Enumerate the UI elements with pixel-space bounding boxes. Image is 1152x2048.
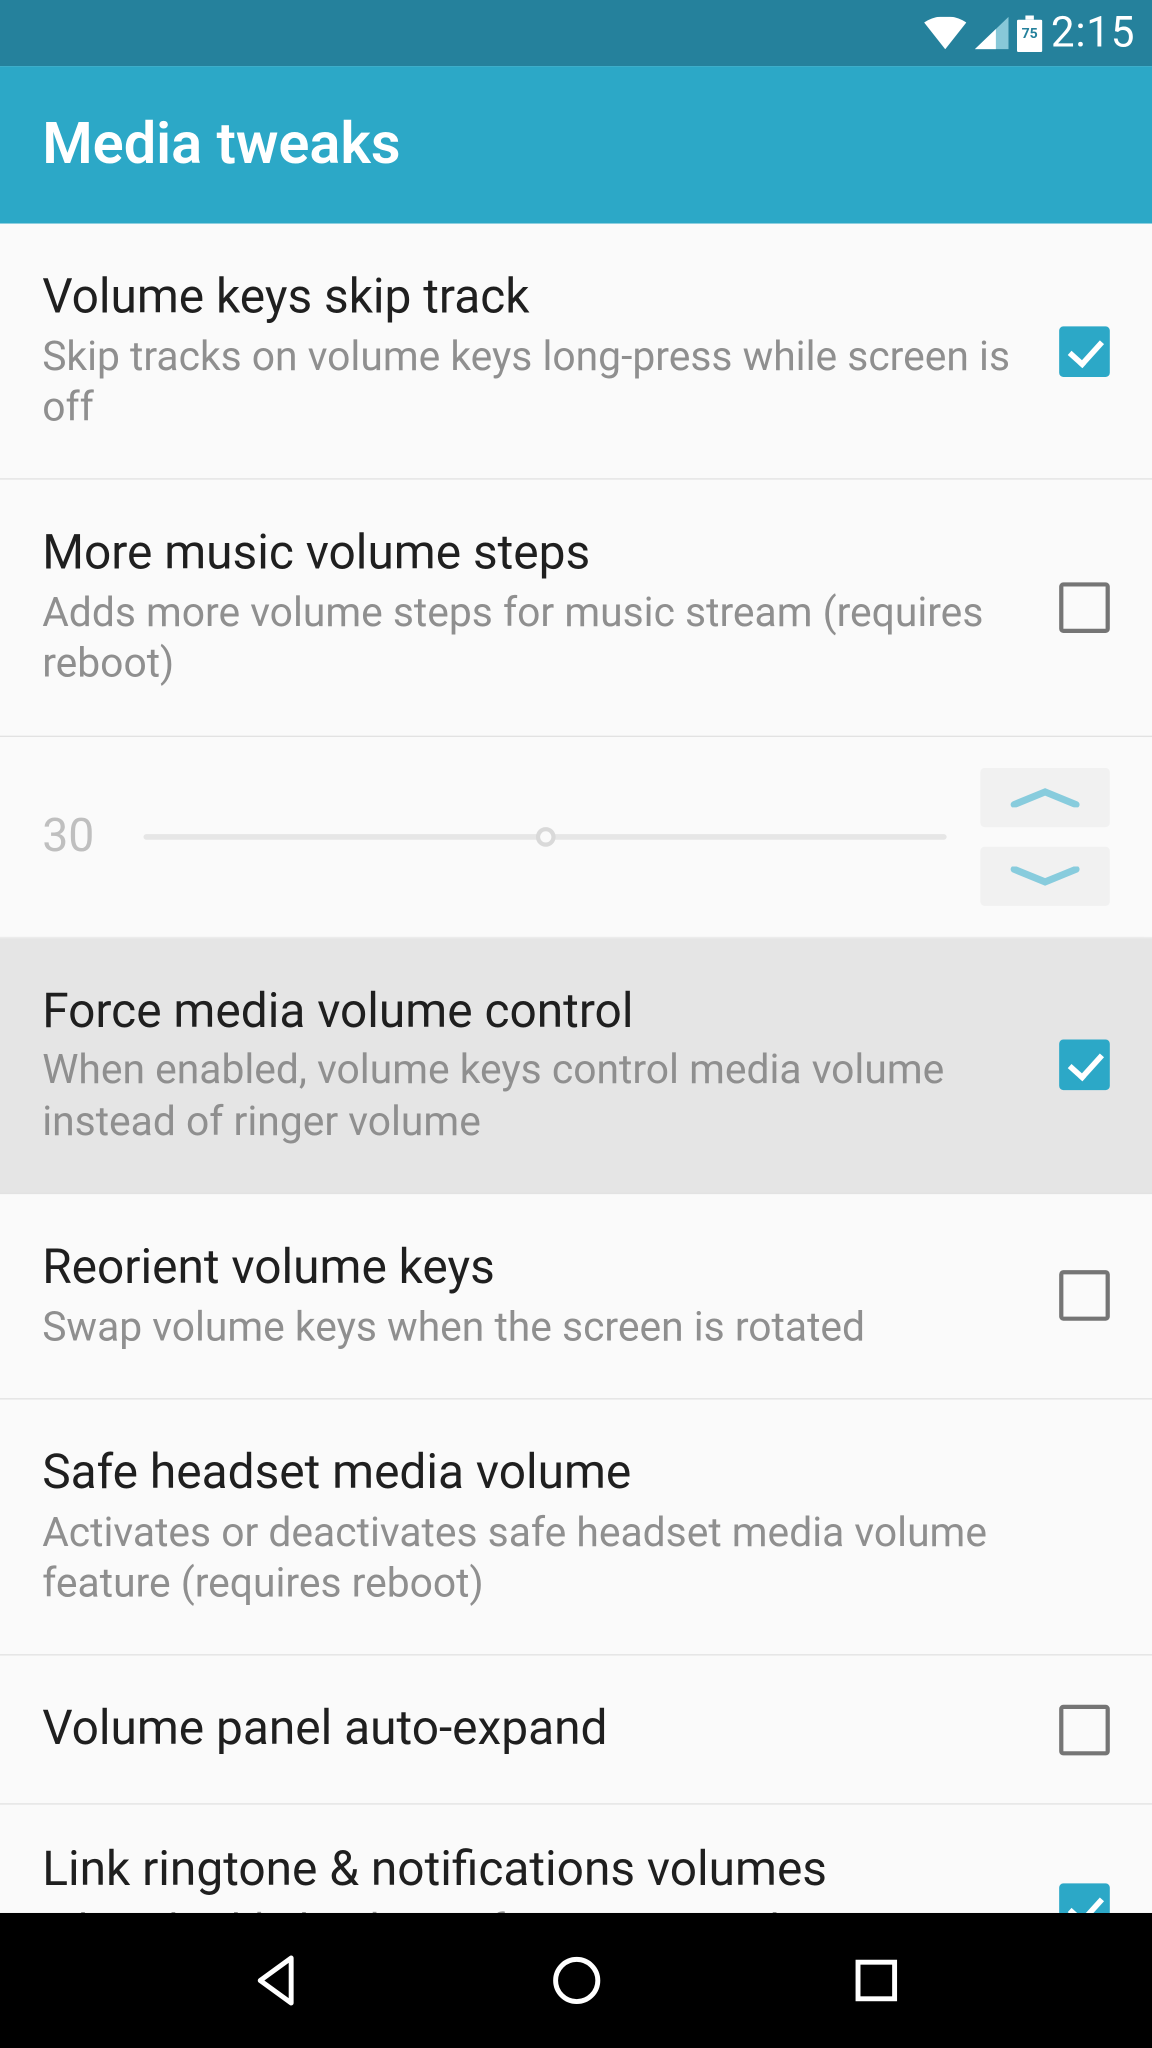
status-bar: 75 2:15 [0,0,1152,66]
recent-apps-icon [847,1952,903,2008]
nav-recents-button[interactable] [847,1952,903,2008]
stepper-slider[interactable] [143,834,946,840]
stepper-value: 30 [42,809,110,864]
checkbox-volume-keys-skip-track[interactable] [1059,326,1110,377]
checkbox-reorient-volume-keys[interactable] [1059,1271,1110,1322]
navigation-bar [0,1913,1152,2048]
checkbox-volume-panel-auto-expand[interactable] [1059,1704,1110,1755]
home-icon [548,1952,604,2008]
setting-title: Reorient volume keys [42,1239,1031,1296]
setting-title: Volume panel auto-expand [42,1701,1031,1758]
stepper-decrease-button[interactable] [980,846,1109,905]
setting-title: Volume keys skip track [42,269,1031,326]
setting-force-media-volume-control[interactable]: Force media volume control When enabled,… [0,938,1152,1194]
nav-back-button[interactable] [248,1952,304,2008]
settings-list[interactable]: Volume keys skip track Skip tracks on vo… [0,224,1152,1913]
slider-thumb-icon[interactable] [535,827,555,847]
wifi-icon [924,17,966,49]
setting-link-ringtone-notifications-volumes[interactable]: Link ringtone & notifications volumes Wh… [0,1805,1152,1913]
setting-reorient-volume-keys[interactable]: Reorient volume keys Swap volume keys wh… [0,1194,1152,1399]
setting-subtitle: Activates or deactivates safe headset me… [42,1508,1081,1610]
setting-subtitle: When enabled, volume keys control media … [42,1046,1031,1148]
battery-icon: 75 [1017,15,1042,52]
cellular-signal-icon [975,17,1009,49]
setting-safe-headset-media-volume[interactable]: Safe headset media volume Activates or d… [0,1399,1152,1655]
setting-texts: Reorient volume keys Swap volume keys wh… [42,1239,1059,1353]
setting-texts: Volume keys skip track Skip tracks on vo… [42,269,1059,434]
battery-level-text: 75 [1022,25,1038,41]
setting-subtitle: Skip tracks on volume keys long-press wh… [42,332,1031,434]
stepper-arrows [980,767,1109,905]
checkbox-more-music-volume-steps[interactable] [1059,582,1110,633]
setting-subtitle: Swap volume keys when the screen is rota… [42,1302,1031,1353]
status-time: 2:15 [1051,8,1135,57]
setting-title: Force media volume control [42,983,1031,1040]
setting-title: More music volume steps [42,525,1031,582]
nav-home-button[interactable] [548,1952,604,2008]
setting-more-music-volume-steps[interactable]: More music volume steps Adds more volume… [0,480,1152,736]
checkbox-force-media-volume-control[interactable] [1059,1040,1110,1091]
screen: 75 2:15 Media tweaks Volume keys skip tr… [0,0,1152,2048]
chevron-down-icon [1010,866,1080,886]
setting-title: Link ringtone & notifications volumes [42,1841,1031,1898]
app-bar: Media tweaks [0,66,1152,224]
setting-texts: Force media volume control When enabled,… [42,983,1059,1148]
setting-subtitle: When disabled, volumes for ringtone and [42,1904,1031,1913]
stepper-increase-button[interactable] [980,767,1109,826]
page-title: Media tweaks [42,111,400,179]
setting-music-volume-steps-value: 30 [0,736,1152,937]
setting-title: Safe headset media volume [42,1444,1081,1501]
setting-texts: Link ringtone & notifications volumes Wh… [42,1841,1059,1913]
checkbox-link-ringtone-notifications-volumes[interactable] [1059,1883,1110,1912]
setting-texts: Safe headset media volume Activates or d… [42,1444,1110,1609]
setting-texts: Volume panel auto-expand [42,1701,1059,1758]
setting-volume-panel-auto-expand[interactable]: Volume panel auto-expand [0,1656,1152,1805]
setting-subtitle: Adds more volume steps for music stream … [42,588,1031,690]
chevron-up-icon [1010,787,1080,807]
back-icon [248,1952,304,2008]
setting-volume-keys-skip-track[interactable]: Volume keys skip track Skip tracks on vo… [0,224,1152,480]
setting-texts: More music volume steps Adds more volume… [42,525,1059,690]
